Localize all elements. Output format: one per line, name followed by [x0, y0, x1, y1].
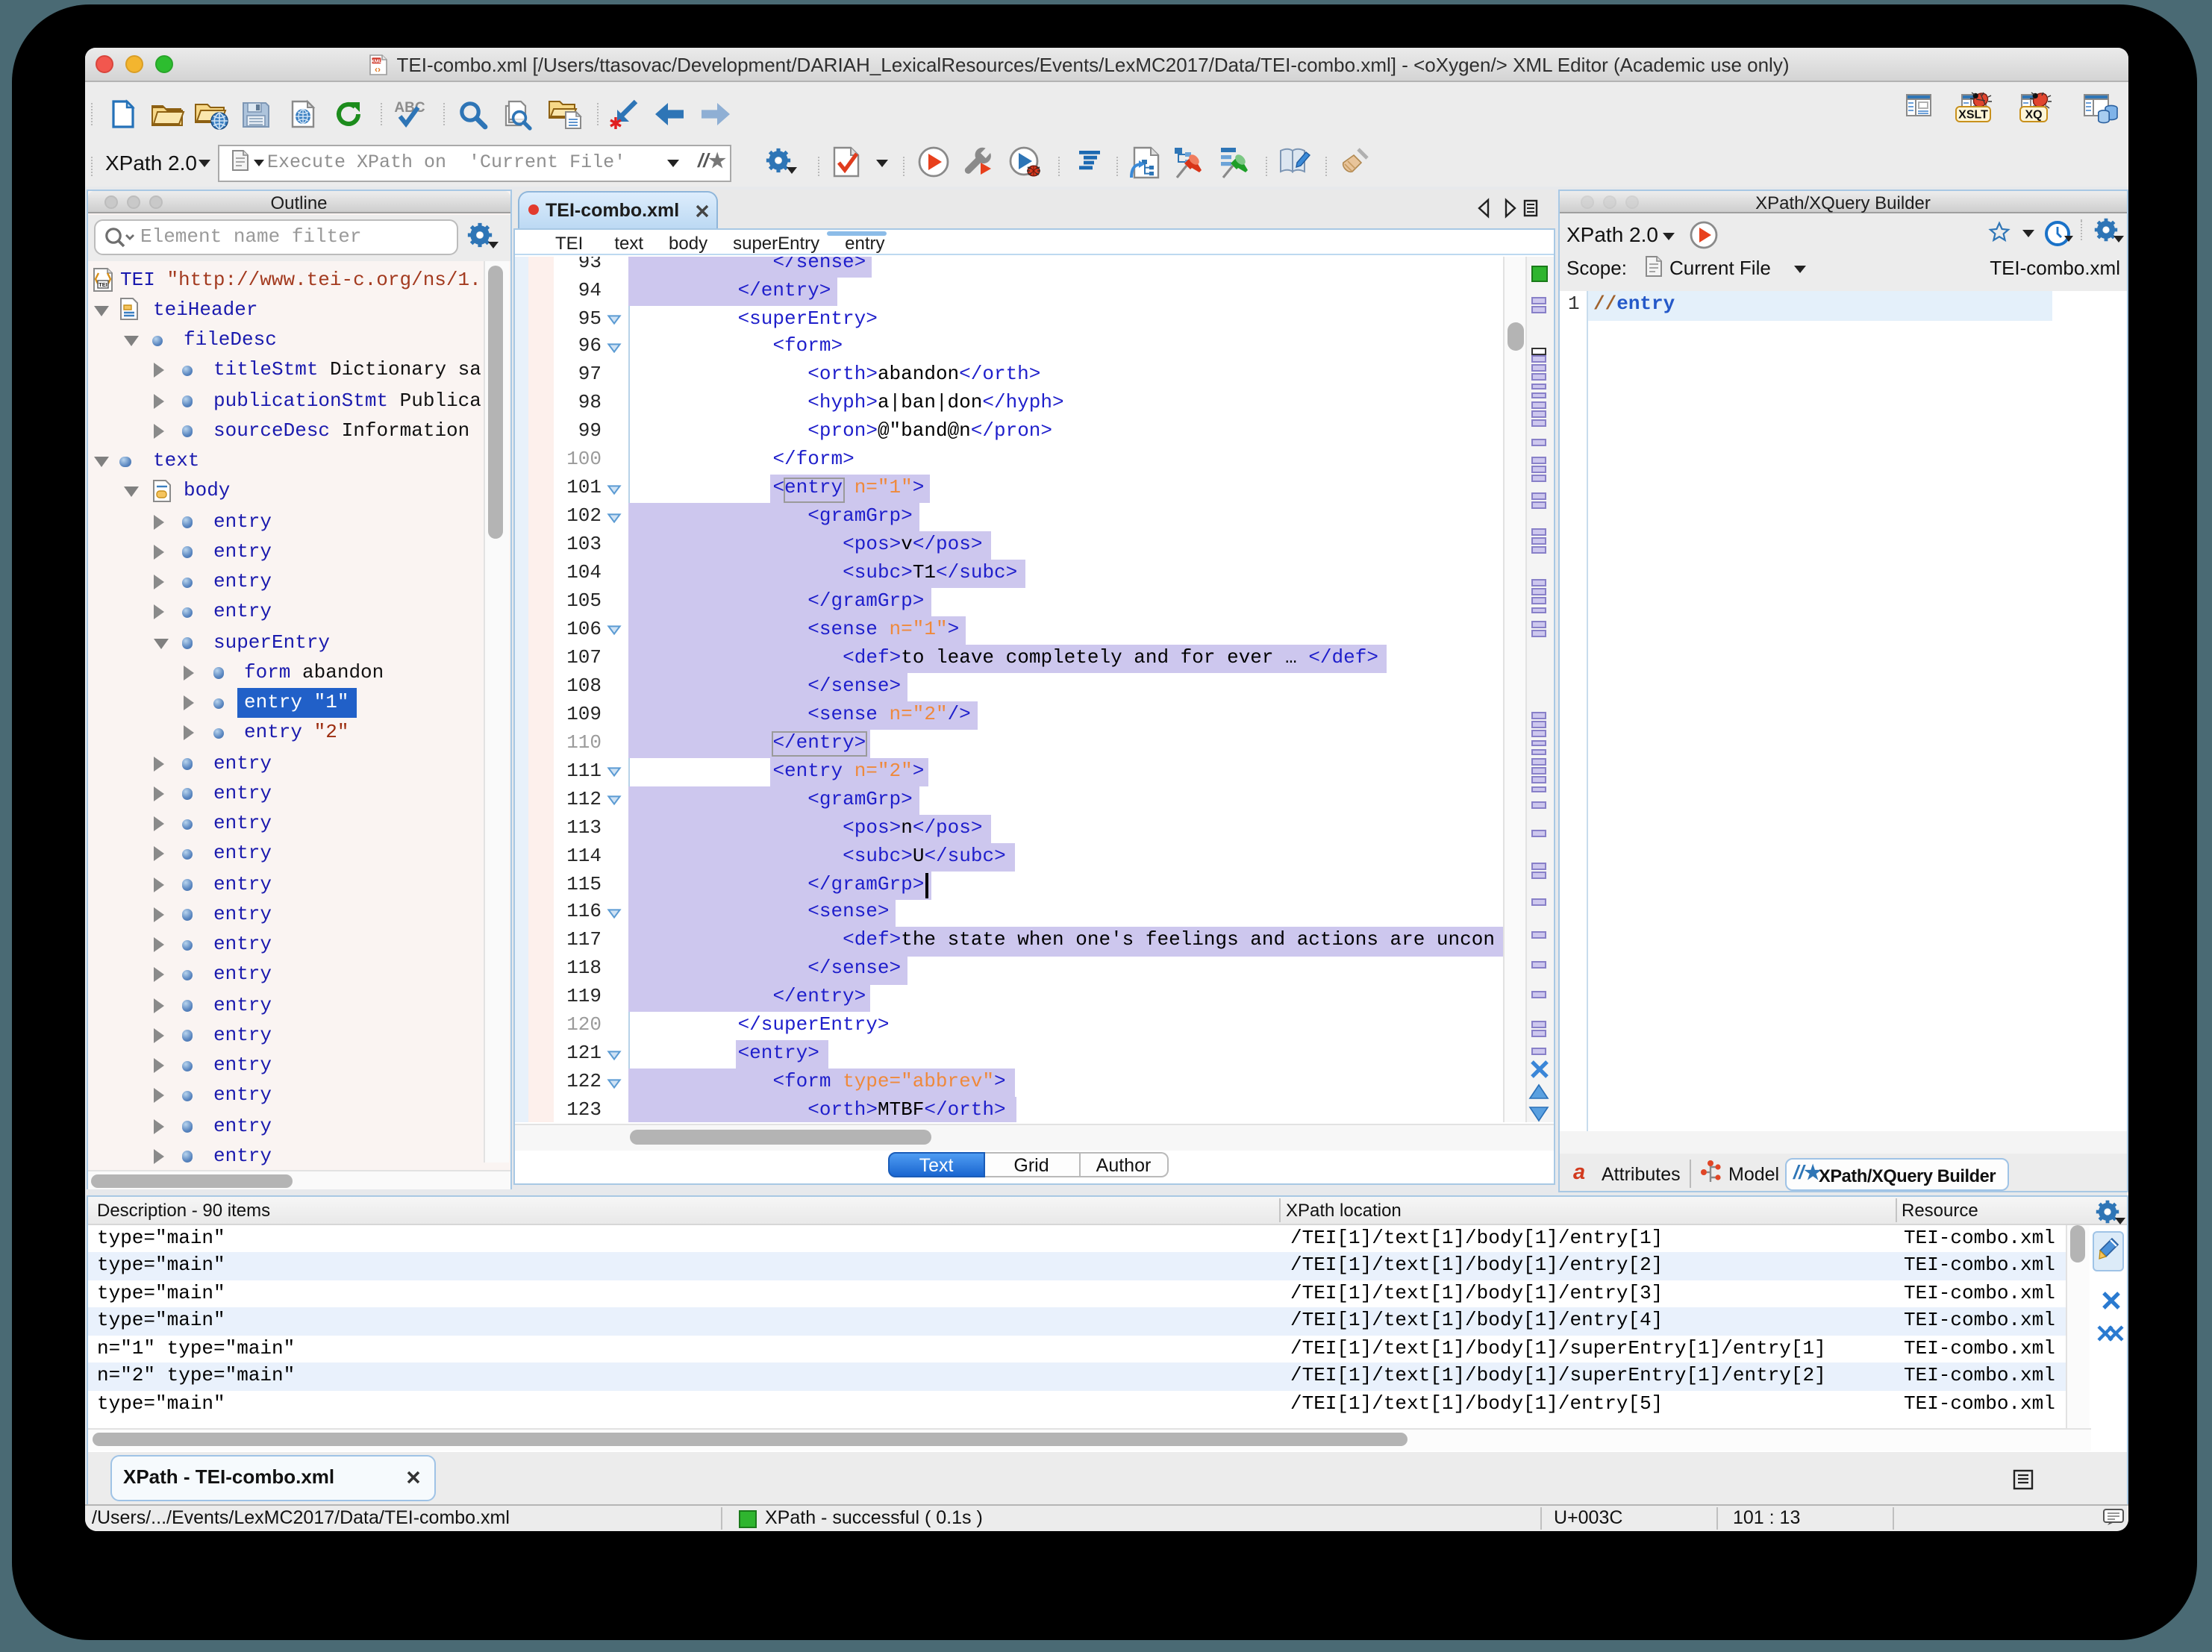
svg-text:TEI: TEI — [98, 281, 107, 288]
svg-text:✱: ✱ — [608, 113, 622, 132]
svg-text:ABC: ABC — [393, 99, 424, 115]
svg-text:XQ: XQ — [2024, 108, 2041, 121]
svg-text:XSLT: XSLT — [1958, 108, 1987, 121]
